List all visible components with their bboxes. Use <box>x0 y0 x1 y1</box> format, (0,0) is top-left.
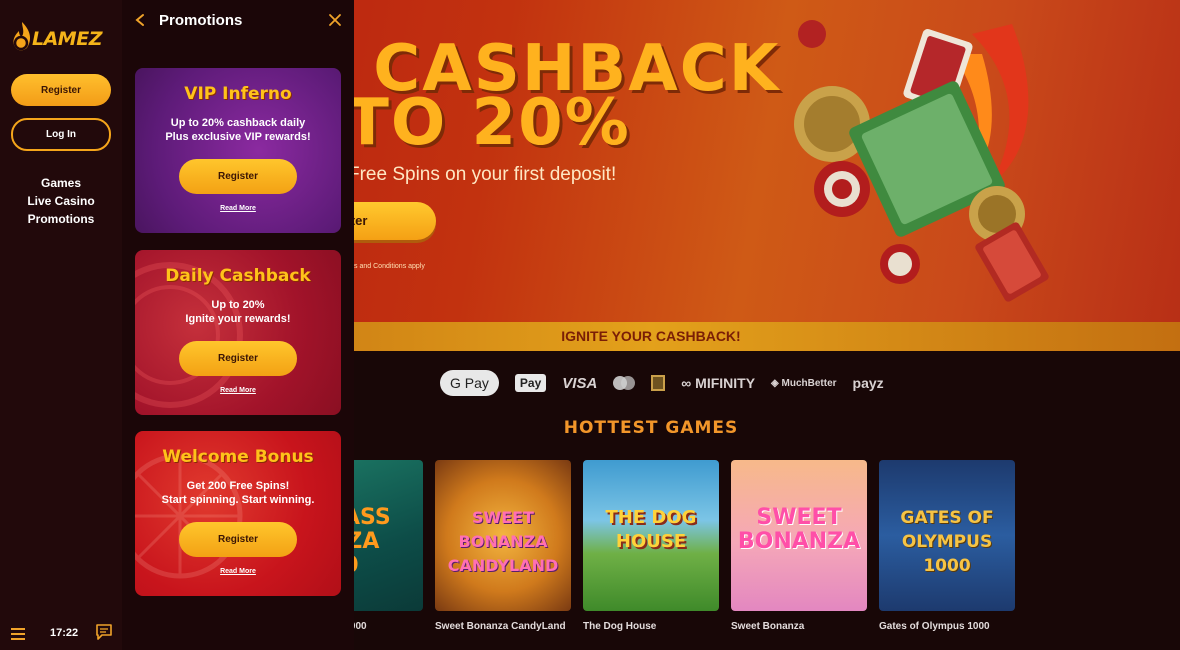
wheel-decoration-icon <box>135 453 243 579</box>
panel-title: Promotions <box>159 12 243 29</box>
brand-logo[interactable]: LAMEZ <box>10 20 114 56</box>
game-card[interactable]: GATES OF OLYMPUS 1000 Gates of Olympus 1… <box>879 460 1015 632</box>
promo-title: VIP Inferno <box>184 84 292 104</box>
hero-subtitle: Free Spins on your first deposit! <box>348 164 617 185</box>
read-more-link[interactable]: Read More <box>135 568 341 575</box>
hero-illustration <box>794 20 1049 302</box>
promo-description: Up to 20% cashback daily Plus exclusive … <box>165 117 311 143</box>
promo-card-daily-cashback: Daily Cashback Up to 20% Ignite your rew… <box>135 250 341 415</box>
menu-icon[interactable] <box>11 628 25 640</box>
game-title: The Dog House <box>583 621 657 632</box>
game-thumbnail[interactable]: SWEET BONANZA <box>731 460 867 611</box>
read-more-link[interactable]: Read More <box>135 387 341 394</box>
game-logo: THE DOG HOUSE <box>605 507 697 552</box>
promo-card-welcome-bonus: Welcome Bonus Get 200 Free Spins! Start … <box>135 431 341 596</box>
promo-description: Up to 20% Ignite your rewards! <box>185 299 291 325</box>
clock: 17:22 <box>50 627 79 639</box>
game-card[interactable]: THE DOG HOUSE The Dog House <box>583 460 719 632</box>
sidebar: LAMEZ Register Log In Games Live Casino … <box>0 0 122 650</box>
game-logo: SWEET BONANZA <box>737 505 861 554</box>
promo-card-vip-inferno: VIP Inferno Up to 20% cashback daily Plu… <box>135 68 341 233</box>
promo-register-button[interactable]: Register <box>179 159 297 194</box>
login-button[interactable]: Log In <box>11 118 111 151</box>
brand-name: LAMEZ <box>32 28 102 50</box>
google-pay-logo: G Pay <box>440 370 499 396</box>
close-icon[interactable] <box>328 13 342 27</box>
payz-logo: payz <box>852 375 884 391</box>
game-card[interactable]: SWEET BONANZA Sweet Bonanza <box>731 460 867 632</box>
back-arrow-icon[interactable] <box>134 13 146 27</box>
game-thumbnail[interactable]: THE DOG HOUSE <box>583 460 719 611</box>
promo-title: Daily Cashback <box>165 266 311 286</box>
promo-title: Welcome Bonus <box>162 447 314 467</box>
promo-register-button[interactable]: Register <box>179 341 297 376</box>
game-title: Gates of Olympus 1000 <box>879 621 990 632</box>
nav-live-casino[interactable]: Live Casino <box>0 194 122 208</box>
mastercard-logo <box>613 376 636 390</box>
game-logo: SWEET BONANZA CANDYLAND <box>447 508 559 575</box>
game-thumbnail[interactable]: GATES OF OLYMPUS 1000 <box>879 460 1015 611</box>
game-card[interactable]: SWEET BONANZA CANDYLAND Sweet Bonanza Ca… <box>435 460 571 632</box>
payment-methods: G Pay Pay VISA ∞ MIFINITY ◈ MuchBetter p… <box>440 368 884 398</box>
apple-pay-logo: Pay <box>514 374 547 392</box>
chat-icon[interactable] <box>95 624 113 640</box>
nav-games[interactable]: Games <box>0 176 122 190</box>
game-thumbnail[interactable]: SWEET BONANZA CANDYLAND <box>435 460 571 611</box>
promotions-panel: Promotions VIP Inferno Up to 20% cashbac… <box>122 0 354 650</box>
ecopayz-logo <box>651 375 666 391</box>
bottom-bar: 17:22 <box>0 618 122 648</box>
read-more-link[interactable]: Read More <box>135 205 341 212</box>
promo-description: Get 200 Free Spins! Start spinning. Star… <box>161 480 315 506</box>
flame-icon <box>13 22 30 51</box>
hero-terms-link[interactable]: erms and Conditions apply <box>342 263 425 270</box>
mifinity-logo: ∞ MIFINITY <box>681 375 756 391</box>
visa-logo: VISA <box>562 374 598 392</box>
nav-promotions[interactable]: Promotions <box>0 212 122 226</box>
game-logo: GATES OF OLYMPUS 1000 <box>900 508 994 576</box>
register-button[interactable]: Register <box>11 74 111 106</box>
promo-register-button[interactable]: Register <box>179 522 297 557</box>
game-title: Sweet Bonanza CandyLand <box>435 621 566 632</box>
game-title: Sweet Bonanza <box>731 621 805 632</box>
muchbetter-logo: ◈ MuchBetter <box>771 377 837 389</box>
